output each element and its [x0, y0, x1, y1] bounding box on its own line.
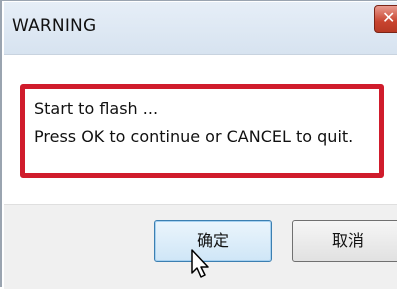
close-icon: ✕ [382, 8, 396, 27]
warning-dialog: WARNING ✕ Start to flash ... Press OK to… [0, 0, 397, 289]
message-line-instruction: Press OK to continue or CANCEL to quit. [34, 127, 354, 146]
cancel-button[interactable]: 取消 [292, 220, 397, 262]
mouse-pointer-icon [191, 249, 209, 278]
close-button[interactable]: ✕ [374, 5, 397, 33]
message-line-start: Start to flash ... [34, 99, 159, 118]
window-title: WARNING [12, 16, 97, 36]
ok-button[interactable]: 确定 [154, 220, 272, 262]
title-bar[interactable]: WARNING [4, 2, 397, 55]
